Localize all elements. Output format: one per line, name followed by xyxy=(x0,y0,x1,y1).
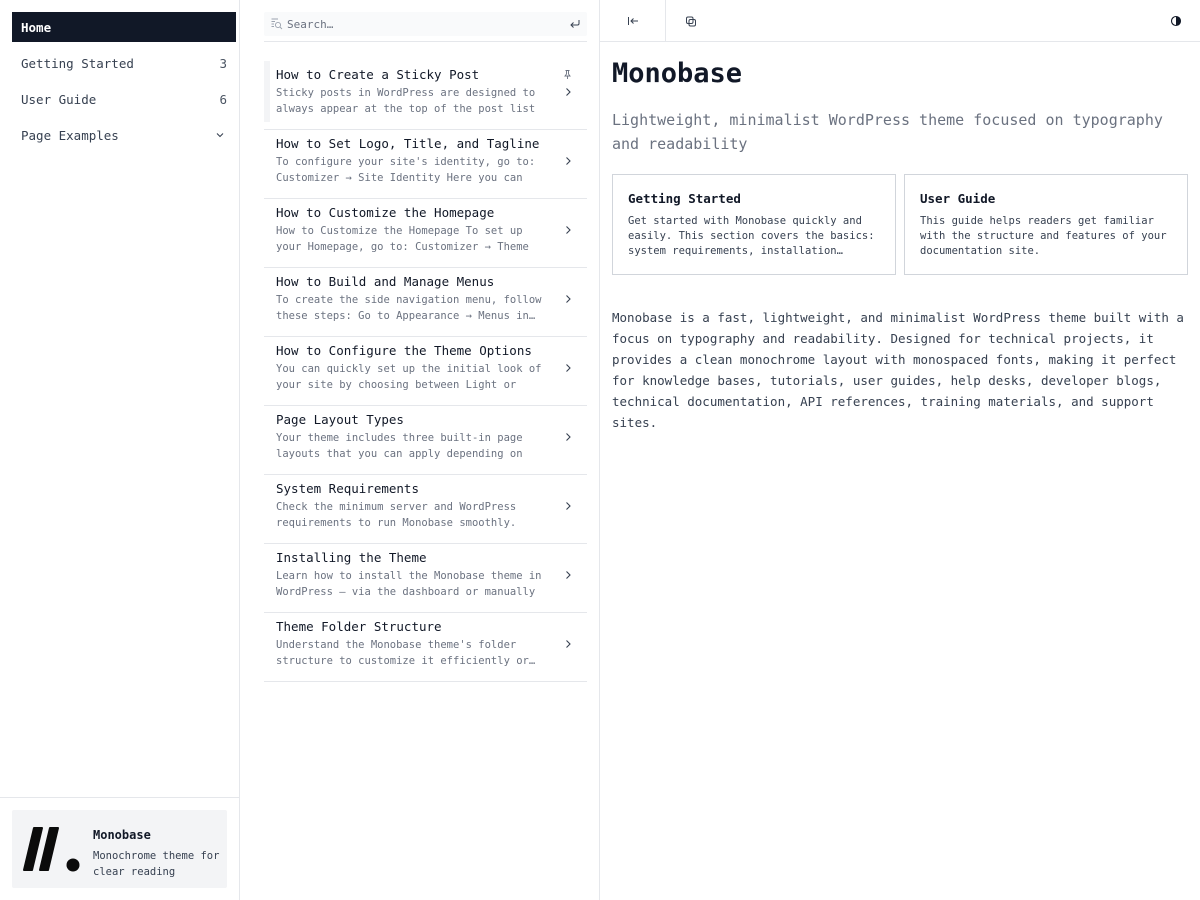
sidebar-item-label: Getting Started xyxy=(21,55,134,71)
card-title: User Guide xyxy=(920,191,996,206)
sidebar-item-label: Page Examples xyxy=(21,127,119,143)
page-subtitle: Lightweight, minimalist WordPress theme … xyxy=(612,111,1163,153)
toolbar-separator xyxy=(665,0,666,41)
post-item[interactable]: How to Create a Sticky Post Sticky posts… xyxy=(264,61,587,130)
card-description: Get started with Monobase quickly and ea… xyxy=(628,215,875,257)
sidebar-item-getting-started[interactable]: Getting Started 3 xyxy=(12,48,236,78)
post-title: Theme Folder Structure xyxy=(276,619,442,634)
sidebar-item-count: 3 xyxy=(219,55,227,71)
post-excerpt: To create the side navigation menu, foll… xyxy=(276,294,542,322)
post-title: How to Create a Sticky Post xyxy=(276,67,480,82)
post-title: How to Build and Manage Menus xyxy=(276,274,495,289)
post-excerpt: Learn how to install the Monobase theme … xyxy=(276,570,542,598)
post-excerpt: Check the minimum server and WordPress r… xyxy=(276,501,517,529)
sidebar-item-label: User Guide xyxy=(21,91,97,107)
post-excerpt: You can quickly set up the initial look … xyxy=(276,363,542,391)
post-excerpt: Understand the Monobase theme's folder s… xyxy=(276,639,536,667)
sidebar-item-count: 6 xyxy=(219,91,227,107)
collapse-sidebar-icon xyxy=(628,16,638,25)
main-toolbar xyxy=(600,0,1200,42)
chevron-right-icon xyxy=(566,295,571,303)
post-title: How to Set Logo, Title, and Tagline xyxy=(276,136,540,151)
chevron-right-icon xyxy=(566,88,571,96)
search-bar[interactable] xyxy=(264,12,587,36)
chevron-right-icon xyxy=(566,571,571,579)
chevron-right-icon xyxy=(566,226,571,234)
search-divider xyxy=(264,41,587,42)
sidebar-item-user-guide[interactable]: User Guide 6 xyxy=(12,84,236,114)
card-title: Getting Started xyxy=(628,191,741,206)
sidebar-item-label: Home xyxy=(21,19,52,35)
post-item[interactable]: Page Layout Types Your theme includes th… xyxy=(264,406,587,475)
post-item[interactable]: How to Configure the Theme Options You c… xyxy=(264,337,587,406)
card-getting-started[interactable]: Getting Started Get started with Monobas… xyxy=(612,174,896,275)
sidebar-item-home[interactable]: Home xyxy=(12,12,236,42)
chevron-right-icon xyxy=(566,502,571,510)
post-item[interactable]: How to Set Logo, Title, and Tagline To c… xyxy=(264,130,587,199)
search-input[interactable] xyxy=(287,12,557,36)
post-item[interactable]: How to Customize the Homepage How to Cus… xyxy=(264,199,587,268)
theme-toggle-button[interactable] xyxy=(1163,0,1189,41)
post-item[interactable]: System Requirements Check the minimum se… xyxy=(264,475,587,544)
chevron-right-icon xyxy=(566,640,571,648)
post-title: How to Customize the Homepage xyxy=(276,205,495,220)
post-item[interactable]: How to Build and Manage Menus To create … xyxy=(264,268,587,337)
card-description: This guide helps readers get familiar wi… xyxy=(920,215,1167,257)
brand-description: Monochrome theme for clear reading xyxy=(93,850,220,878)
copy-link-icon xyxy=(686,16,696,26)
card-user-guide[interactable]: User Guide This guide helps readers get … xyxy=(904,174,1188,275)
post-title: How to Configure the Theme Options xyxy=(276,343,532,358)
collapse-sidebar-button[interactable] xyxy=(620,0,646,41)
post-list-panel: How to Create a Sticky Post Sticky posts… xyxy=(240,0,600,900)
chevron-right-icon xyxy=(566,364,571,372)
brand-card: Monobase Monochrome theme for clear read… xyxy=(12,810,227,888)
chevron-right-icon xyxy=(566,433,571,441)
post-excerpt: How to Customize the Homepage To set up … xyxy=(276,225,529,253)
post-excerpt: To configure your site's identity, go to… xyxy=(276,156,536,184)
page-title: Monobase xyxy=(612,58,743,89)
sidebar-item-page-examples[interactable]: Page Examples xyxy=(12,120,236,150)
intro-paragraph: Monobase is a fast, lightweight, and min… xyxy=(612,310,1184,430)
post-title: Page Layout Types xyxy=(276,412,404,427)
post-item[interactable]: Theme Folder Structure Understand the Mo… xyxy=(264,613,587,682)
chevron-right-icon xyxy=(566,157,571,165)
search-icon xyxy=(271,18,283,30)
post-title: System Requirements xyxy=(276,481,419,496)
sidebar: Home Getting Started 3 User Guide 6 Page… xyxy=(0,0,240,900)
post-item[interactable]: Installing the Theme Learn how to instal… xyxy=(264,544,587,613)
post-title: Installing the Theme xyxy=(276,550,427,565)
enter-icon[interactable] xyxy=(568,17,581,30)
monobase-logo xyxy=(23,827,80,872)
sidebar-divider xyxy=(0,797,240,798)
copy-link-button[interactable] xyxy=(678,0,704,41)
post-excerpt: Sticky posts in WordPress are designed t… xyxy=(276,87,536,115)
contrast-icon xyxy=(1170,15,1182,26)
chevron-down-icon[interactable] xyxy=(213,128,227,142)
brand-name: Monobase xyxy=(93,828,151,842)
post-excerpt: Your theme includes three built-in page … xyxy=(276,432,523,460)
pin-icon xyxy=(564,70,571,79)
